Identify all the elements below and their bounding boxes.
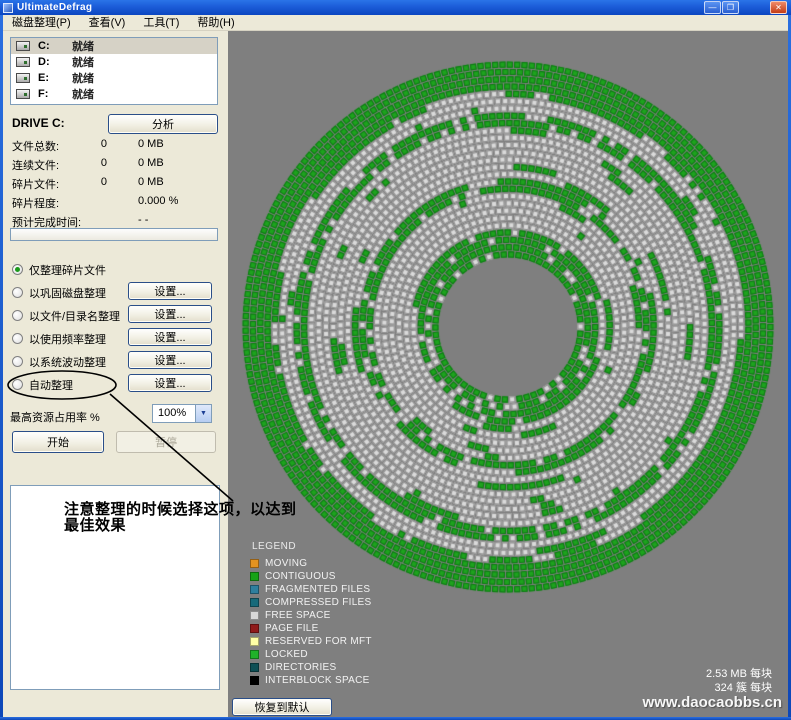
- restore-defaults-button[interactable]: 恢复到默认: [232, 698, 332, 716]
- legend-item-interblock: INTERBLOCK SPACE: [250, 674, 370, 687]
- legend-swatch: [250, 624, 259, 633]
- legend-swatch: [250, 559, 259, 568]
- pause-button: 暂停: [116, 431, 216, 453]
- method-label: 以系统波动整理: [29, 354, 106, 370]
- menu-tools[interactable]: 工具(T): [134, 15, 188, 31]
- selected-drive-label: DRIVE C:: [12, 116, 65, 130]
- drive-status: 就绪: [72, 38, 94, 54]
- window: UltimateDefrag — ❐ ✕ 磁盘整理(P) 查看(V) 工具(T)…: [0, 0, 791, 720]
- drive-status: 就绪: [72, 70, 94, 86]
- drive-status: 就绪: [72, 86, 94, 102]
- window-border-left: [0, 15, 3, 720]
- drive-row-e[interactable]: E: 就绪: [11, 70, 217, 86]
- radio-icon[interactable]: [12, 356, 23, 367]
- stat-fragmentation-level: 碎片程度: 0.000 %: [12, 195, 218, 209]
- legend-swatch: [250, 650, 259, 659]
- radio-icon[interactable]: [12, 310, 23, 321]
- minimize-button[interactable]: —: [704, 1, 721, 14]
- settings-button-filename[interactable]: 设置...: [128, 305, 212, 323]
- window-title: UltimateDefrag: [17, 2, 92, 13]
- menu-help[interactable]: 帮助(H): [188, 15, 243, 31]
- legend-item-mft: RESERVED FOR MFT: [250, 635, 372, 648]
- drive-name: E:: [38, 72, 72, 84]
- chevron-down-icon[interactable]: ▼: [195, 405, 211, 422]
- legend-item-moving: MOVING: [250, 557, 307, 570]
- legend-item-compressed: COMPRESSED FILES: [250, 596, 372, 609]
- method-label: 以使用频率整理: [29, 331, 106, 347]
- drive-name: D:: [38, 56, 72, 68]
- stat-contiguous-files: 连续文件: 0 0 MB: [12, 157, 218, 171]
- drive-name: C:: [38, 40, 72, 52]
- start-button[interactable]: 开始: [12, 431, 104, 453]
- stat-estimated-time: 预计完成时间: - -: [12, 214, 218, 228]
- legend-swatch: [250, 611, 259, 620]
- radio-icon[interactable]: [12, 333, 23, 344]
- drive-icon: [16, 73, 30, 83]
- settings-button-auto[interactable]: 设置...: [128, 374, 212, 392]
- radio-icon[interactable]: [12, 287, 23, 298]
- method-label: 以巩固磁盘整理: [29, 285, 106, 301]
- file-log-box: [10, 485, 220, 690]
- cluster-size-info: 324 簇 每块: [640, 679, 772, 695]
- legend-swatch: [250, 637, 259, 646]
- menu-view[interactable]: 查看(V): [80, 15, 135, 31]
- legend-item-locked: LOCKED: [250, 648, 308, 661]
- radio-icon[interactable]: [12, 264, 23, 275]
- method-label: 仅整理碎片文件: [29, 262, 106, 278]
- legend-swatch: [250, 598, 259, 607]
- legend-swatch: [250, 663, 259, 672]
- drive-row-d[interactable]: D: 就绪: [11, 54, 217, 70]
- drive-name: F:: [38, 88, 72, 100]
- resource-usage-dropdown[interactable]: 100% ▼: [152, 404, 212, 423]
- method-filename-order[interactable]: 以文件/目录名整理: [12, 307, 120, 324]
- drive-icon: [16, 89, 30, 99]
- drive-status: 就绪: [72, 54, 94, 70]
- legend-swatch: [250, 676, 259, 685]
- stat-fragmented-files: 碎片文件: 0 0 MB: [12, 176, 218, 190]
- legend-item-directories: DIRECTORIES: [250, 661, 336, 674]
- method-consolidate[interactable]: 以巩固磁盘整理: [12, 284, 106, 301]
- radio-icon[interactable]: [12, 379, 23, 390]
- drive-icon: [16, 41, 30, 51]
- method-label: 自动整理: [29, 377, 73, 393]
- method-volatility[interactable]: 以系统波动整理: [12, 353, 106, 370]
- drive-row-c[interactable]: C: 就绪: [11, 38, 217, 54]
- method-defrag-only[interactable]: 仅整理碎片文件: [12, 261, 106, 278]
- legend-item-fragmented: FRAGMENTED FILES: [250, 583, 370, 596]
- legend-swatch: [250, 585, 259, 594]
- legend-item-page-file: PAGE FILE: [250, 622, 319, 635]
- analyze-button[interactable]: 分析: [108, 114, 218, 134]
- app-icon: [3, 3, 13, 13]
- dropdown-value: 100%: [153, 405, 195, 422]
- resource-usage-label: 最高资源占用率 %: [10, 409, 100, 425]
- menu-disk-defrag[interactable]: 磁盘整理(P): [3, 15, 80, 31]
- close-button[interactable]: ✕: [770, 1, 787, 14]
- drive-list: C: 就绪 D: 就绪 E: 就绪 F: 就绪: [10, 37, 218, 105]
- legend-item-contiguous: CONTIGUOUS: [250, 570, 336, 583]
- progress-bar: [10, 228, 218, 241]
- maximize-button[interactable]: ❐: [722, 1, 739, 14]
- watermark: www.daocaobbs.cn: [632, 694, 782, 711]
- settings-button-recency[interactable]: 设置...: [128, 328, 212, 346]
- drive-icon: [16, 57, 30, 67]
- legend-title: LEGEND: [252, 541, 296, 552]
- drive-row-f[interactable]: F: 就绪: [11, 86, 217, 102]
- stat-total-files: 文件总数: 0 0 MB: [12, 138, 218, 152]
- legend-item-free-space: FREE SPACE: [250, 609, 331, 622]
- method-auto[interactable]: 自动整理: [12, 376, 73, 393]
- settings-button-volatility[interactable]: 设置...: [128, 351, 212, 369]
- title-bar: UltimateDefrag — ❐ ✕: [0, 0, 791, 15]
- settings-button-consolidate[interactable]: 设置...: [128, 282, 212, 300]
- legend-swatch: [250, 572, 259, 581]
- menu-bar: 磁盘整理(P) 查看(V) 工具(T) 帮助(H): [3, 15, 788, 31]
- method-recency[interactable]: 以使用频率整理: [12, 330, 106, 347]
- method-label: 以文件/目录名整理: [29, 308, 120, 324]
